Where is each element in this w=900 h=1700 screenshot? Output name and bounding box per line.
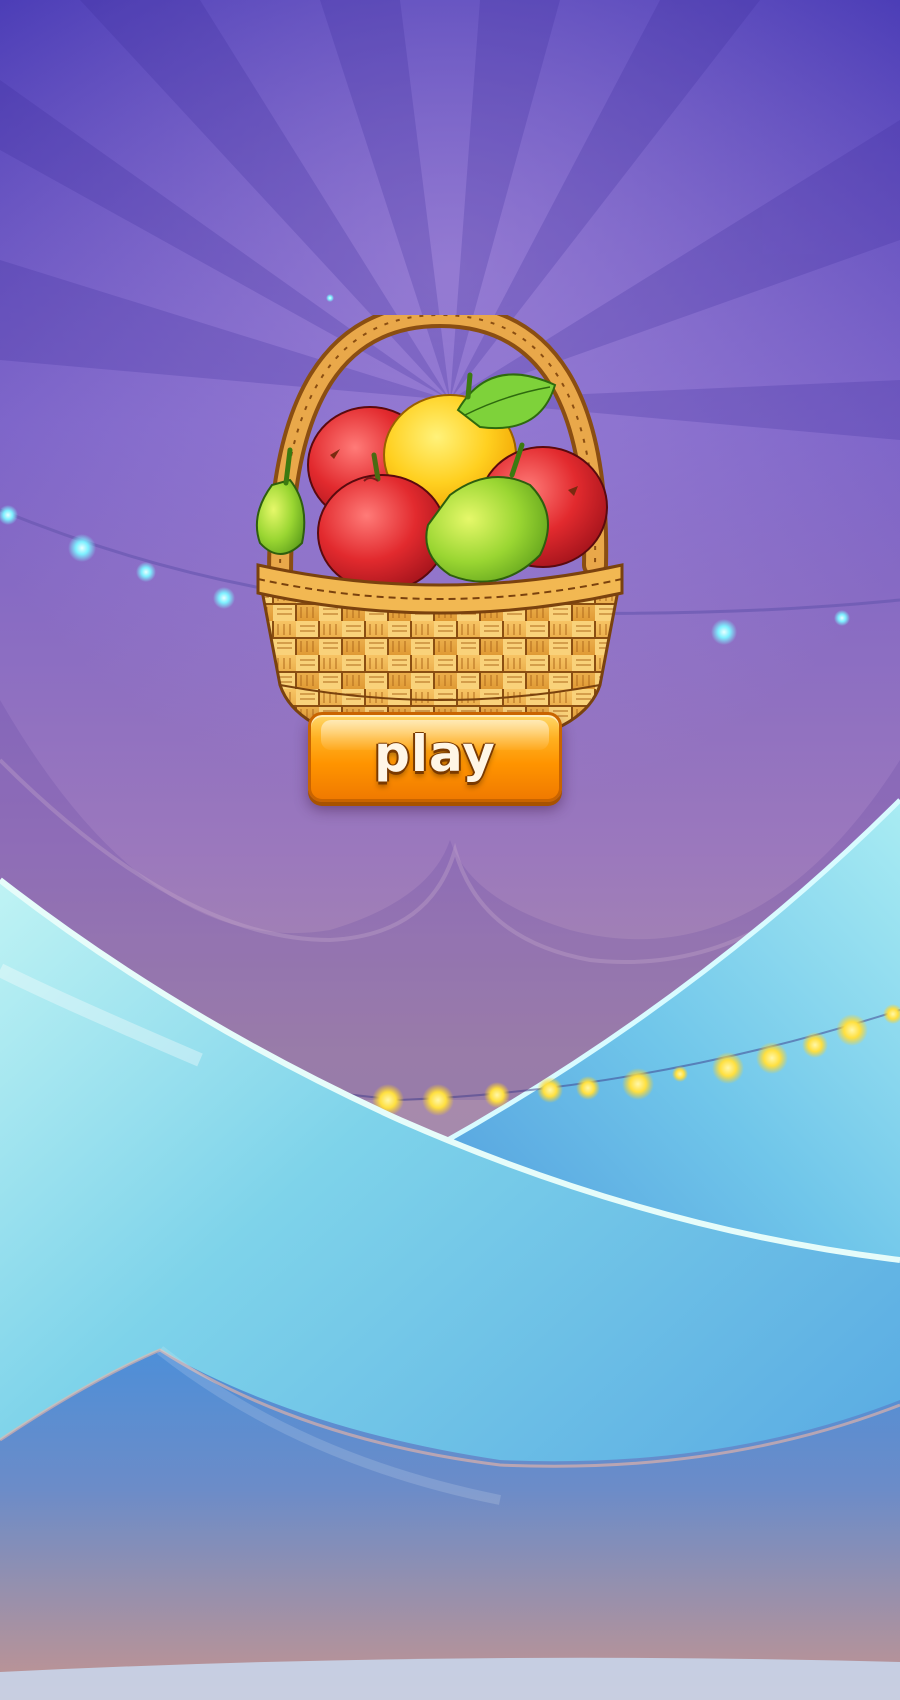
fruit-basket-icon xyxy=(255,315,624,752)
game-start-screen: play xyxy=(0,0,900,1700)
play-button[interactable]: play xyxy=(308,712,562,802)
circus-tent-background xyxy=(0,0,900,1700)
leaf-icon xyxy=(456,372,557,429)
play-button-label: play xyxy=(374,725,496,783)
